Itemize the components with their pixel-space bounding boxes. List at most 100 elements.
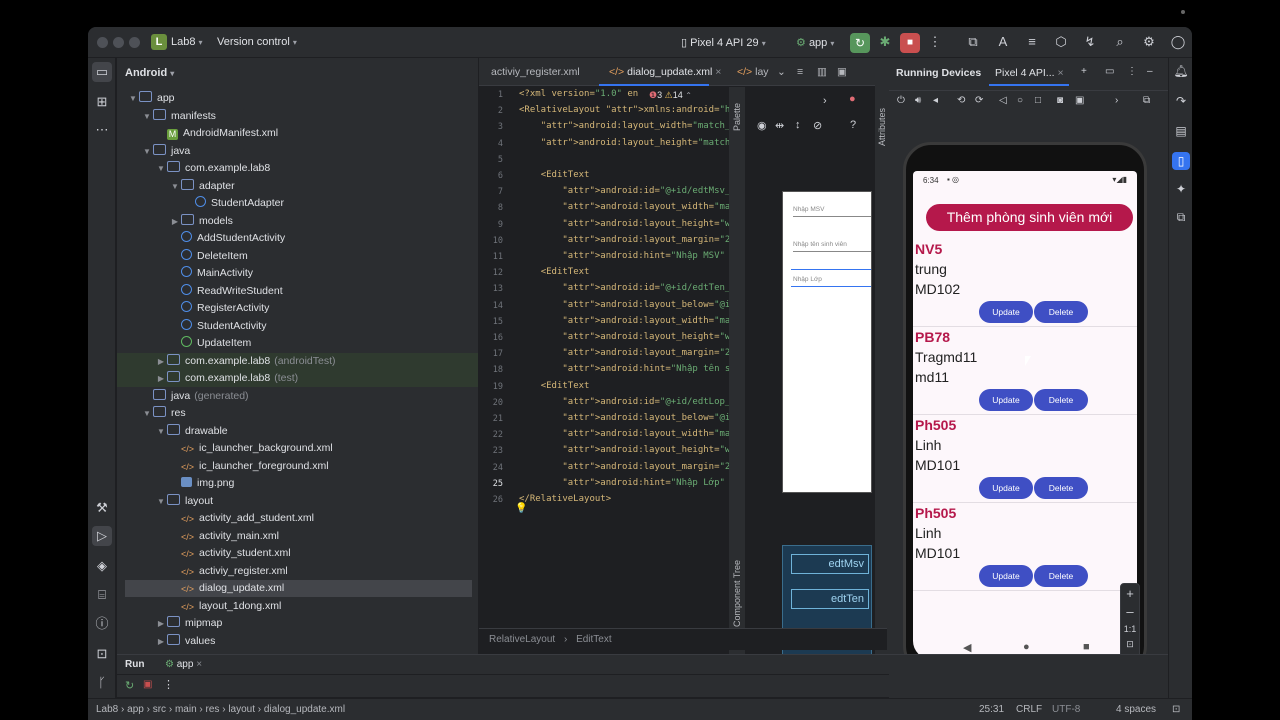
gemini-icon[interactable]: ✦ <box>1172 180 1190 198</box>
add-room-button[interactable]: Thêm phòng sinh viên mới <box>926 204 1133 231</box>
code-line[interactable]: <RelativeLayout "attr">xmlns:android="ht… <box>519 105 729 115</box>
delete-button[interactable]: Delete <box>1034 389 1088 411</box>
code-line[interactable]: "attr">android:hint="Nhập MSV" /> <box>519 251 729 261</box>
tree-item[interactable]: ▶ com.example.lab8 (androidTest) <box>117 352 478 370</box>
nav-back-icon[interactable]: ◀ <box>963 641 971 654</box>
error-icon[interactable]: ● <box>849 93 856 105</box>
logcat-icon[interactable]: ⌸ <box>92 585 112 605</box>
tree-item[interactable]: </> ic_launcher_background.xml <box>117 440 478 457</box>
more-icon[interactable]: ⋮ <box>926 33 944 51</box>
code-line[interactable]: "attr">android:layout_width="match_p <box>519 429 729 439</box>
code-editor[interactable]: ❶3 ⚠14 ⌃ 1 2 3 4 5 6 7 8 9 10 11 12 13 14 15 16 17 18 19 20… <box>479 87 729 657</box>
delete-button[interactable]: Delete <box>1034 301 1088 323</box>
tree-item[interactable]: java (generated) <box>117 388 478 405</box>
component-tree-tab[interactable]: Component Tree <box>732 560 742 627</box>
gradle-icon[interactable]: ↷ <box>1172 92 1190 110</box>
device-manager-icon[interactable]: ⧉ <box>964 33 982 51</box>
code-line[interactable]: <EditText <box>519 381 590 391</box>
nav-recents-icon[interactable]: ■ <box>1083 641 1090 653</box>
rotate-left-icon[interactable]: ⟲ <box>957 95 965 106</box>
code-line[interactable]: "attr">android:id="@+id/edtMsv_dialo <box>519 186 729 196</box>
tree-item[interactable]: </> layout_1dong.xml <box>117 598 478 615</box>
tree-item[interactable]: </> activity_student.xml <box>117 545 478 562</box>
tree-item[interactable]: RegisterActivity <box>117 300 478 317</box>
search-icon[interactable]: ⌕ <box>1111 33 1129 51</box>
design-view-icon[interactable]: ▣ <box>837 66 847 78</box>
add-device-icon[interactable]: + <box>1081 66 1087 77</box>
structure-icon[interactable]: ⊞ <box>92 92 112 112</box>
delete-button[interactable]: Delete <box>1034 477 1088 499</box>
translate-icon[interactable]: A <box>994 33 1012 51</box>
sdk-manager-icon[interactable]: ⬡ <box>1052 33 1070 51</box>
tree-item[interactable]: MainActivity <box>117 265 478 282</box>
code-line[interactable]: <EditText <box>519 267 590 277</box>
device-selector[interactable]: ▯ Pixel 4 API 29 ▾ <box>681 36 766 49</box>
chevron-right-icon[interactable]: ▶ <box>155 615 167 632</box>
code-line[interactable]: "attr">android:layout_width="match_paren <box>519 121 729 131</box>
tree-item[interactable]: ▶ values <box>117 633 478 650</box>
vertical-constraint-icon[interactable]: ↕ <box>795 119 801 131</box>
tree-item[interactable]: img.png <box>117 475 478 492</box>
code-line[interactable]: "attr">android:id="@+id/edtTen_dialo <box>519 283 729 293</box>
code-line[interactable]: "attr">android:layout_height="match_pare <box>519 138 729 148</box>
chevron-down-icon[interactable]: ▼ <box>127 90 139 107</box>
path-item[interactable]: src <box>153 704 166 715</box>
notifications-icon[interactable]: 🔔︎ <box>1172 62 1190 80</box>
code-line[interactable]: "attr">android:layout_below="@id/edt <box>519 413 729 423</box>
rerun-icon[interactable]: ↻ <box>125 679 134 692</box>
run-tab-app[interactable]: ⚙ app × <box>165 659 202 670</box>
code-line[interactable]: "attr">android:layout_width="match_p <box>519 202 729 212</box>
chevron-right-icon[interactable]: › <box>823 95 827 107</box>
phone-screen[interactable]: 6:34 ▪ ◎ ▾◢▮ Thêm phòng sinh viên mới NV… <box>913 171 1137 659</box>
tree-item[interactable]: </> ic_launcher_foreground.xml <box>117 458 478 475</box>
zoom-in-icon[interactable]: + <box>1121 586 1139 601</box>
build-icon[interactable]: ⚒ <box>92 498 112 518</box>
tree-item[interactable]: DeleteItem <box>117 248 478 265</box>
path-item[interactable]: app <box>127 704 144 715</box>
chevron-down-icon[interactable]: ▼ <box>141 143 153 160</box>
close-icon[interactable]: × <box>196 659 202 670</box>
code-line[interactable]: "attr">android:layout_below="@id/edt <box>519 300 729 310</box>
tree-item[interactable]: </> activity_add_student.xml <box>117 510 478 527</box>
update-button[interactable]: Update <box>979 301 1033 323</box>
back-icon[interactable]: ◁ <box>999 95 1007 106</box>
chevron-right-icon[interactable]: ▶ <box>155 370 167 387</box>
tree-item[interactable]: ▼ res <box>117 405 478 422</box>
run-tool-icon[interactable]: ▷ <box>92 526 112 546</box>
code-line[interactable]: "attr">android:hint="Nhập tên sinh v <box>519 364 729 374</box>
project-selector[interactable]: Lab8 ▾ <box>171 36 203 48</box>
tree-item[interactable]: ▼ com.example.lab8 <box>117 160 478 177</box>
breadcrumb-item[interactable]: EditText <box>576 634 612 645</box>
chevron-down-icon[interactable]: ▼ <box>155 493 167 510</box>
preview-selected-input[interactable] <box>791 286 871 287</box>
stop-icon[interactable]: ▣ <box>143 679 152 690</box>
path-item[interactable]: dialog_update.xml <box>264 704 345 715</box>
tree-item[interactable]: UpdateItem <box>117 335 478 352</box>
more-tools-icon[interactable]: ⋯ <box>92 120 112 140</box>
code-line[interactable]: "attr">android:layout_height="wrap_c <box>519 219 729 229</box>
code-line[interactable]: </RelativeLayout> <box>519 494 611 504</box>
project-view-selector[interactable]: Android ▾ <box>125 67 174 79</box>
vcs-selector[interactable]: Version control ▾ <box>217 36 297 48</box>
maximize-window-button[interactable] <box>129 37 140 48</box>
attributes-tab[interactable]: Attributes <box>877 108 887 146</box>
close-icon[interactable]: × <box>1057 67 1063 79</box>
line-separator[interactable]: CRLF <box>1016 704 1042 715</box>
tree-item[interactable]: ▶ models <box>117 213 478 230</box>
rotate-right-icon[interactable]: ⟳ <box>975 95 983 106</box>
nav-home-icon[interactable]: ● <box>1023 641 1030 653</box>
update-button[interactable]: Update <box>979 389 1033 411</box>
code-line[interactable]: "attr">android:layout_width="match_p <box>519 316 729 326</box>
run-config-selector[interactable]: ⚙ app ▾ <box>796 36 834 49</box>
fit-screen-icon[interactable]: ⊡ <box>1121 639 1139 650</box>
code-line[interactable]: "attr">android:id="@+id/edtLop_dialo <box>519 397 729 407</box>
chevron-down-icon[interactable]: ▼ <box>155 423 167 440</box>
layout-inspector-icon[interactable]: ≡ <box>1023 33 1041 51</box>
indent-setting[interactable]: 4 spaces <box>1116 704 1156 715</box>
inspection-badges[interactable]: ❶3 ⚠14 ⌃ <box>649 90 692 101</box>
path-item[interactable]: main <box>175 704 197 715</box>
mirror-icon[interactable]: ⧉ <box>1143 95 1150 106</box>
zoom-out-icon[interactable]: – <box>1121 604 1139 619</box>
more-icon[interactable]: ⋮ <box>163 678 174 691</box>
screenshot-icon[interactable]: ◙ <box>1057 95 1063 106</box>
